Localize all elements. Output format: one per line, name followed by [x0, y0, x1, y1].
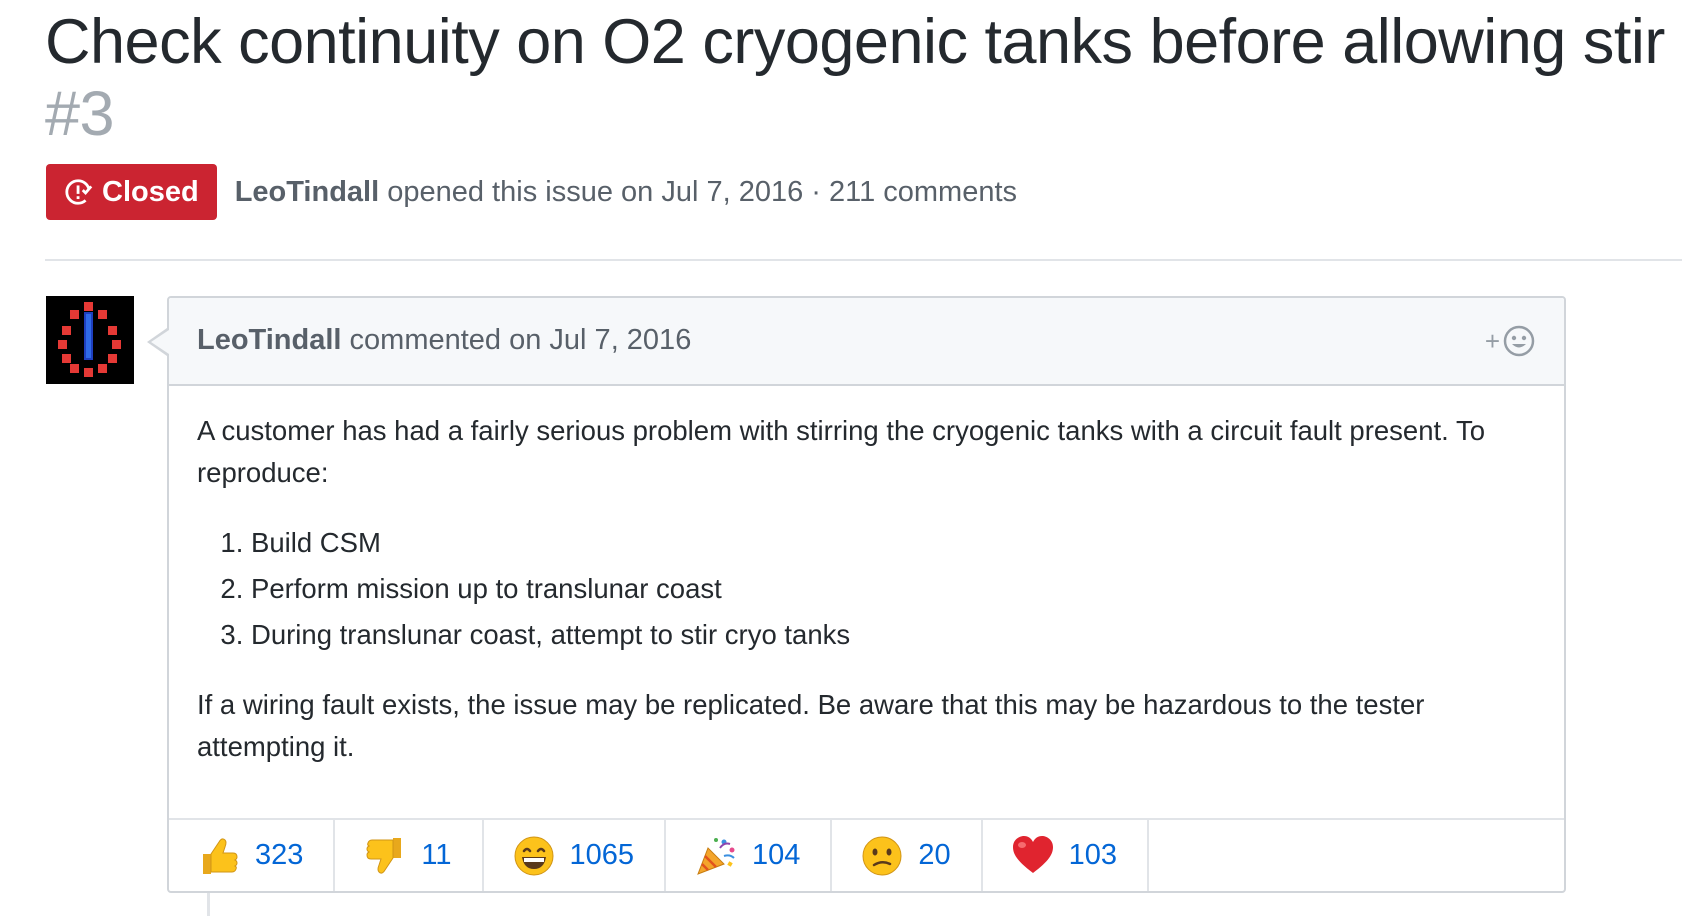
- steps-list: Build CSM Perform mission up to translun…: [197, 520, 1542, 658]
- reaction-count: 20: [918, 839, 951, 871]
- reaction-count: 104: [752, 839, 801, 871]
- comment-body: A customer has had a fairly serious prob…: [197, 410, 1542, 794]
- hooray-icon: [697, 837, 735, 875]
- comment-header-text: LeoTindall commented on Jul 7, 2016: [197, 324, 691, 357]
- reaction-count: 1065: [569, 839, 635, 871]
- issue-title-text: Check continuity on O2 cryogenic tanks b…: [45, 7, 1665, 77]
- thumbs-up-icon: [203, 837, 238, 874]
- reactions-bar: 323 11 1065 104 20 103: [169, 818, 1564, 891]
- issue-author-link[interactable]: LeoTindall: [235, 176, 379, 208]
- comment-paragraph: A customer has had a fairly serious prob…: [197, 415, 1485, 488]
- issue-number: #3: [45, 79, 115, 149]
- list-item: During translunar coast, attempt to stir…: [251, 612, 1542, 658]
- issue-meta-text: LeoTindall opened this issue on Jul 7, 2…: [235, 176, 1017, 209]
- comment-paragraph: If a wiring fault exists, the issue may …: [197, 689, 1425, 762]
- add-reaction-plus: +: [1484, 325, 1500, 356]
- thumbs-down-icon: [366, 837, 402, 874]
- add-reaction-button[interactable]: +: [1485, 324, 1536, 358]
- reaction-confused[interactable]: 20: [832, 820, 983, 891]
- heart-icon: [1012, 835, 1053, 873]
- laugh-icon: [514, 836, 553, 875]
- comment-header: LeoTindall commented on Jul 7, 2016 +: [169, 298, 1564, 386]
- smiley-icon: [1503, 325, 1535, 357]
- issue-page: Check continuity on O2 cryogenic tanks b…: [0, 0, 1682, 916]
- list-item: Build CSM: [251, 520, 1542, 566]
- reaction-hooray[interactable]: 104: [666, 820, 833, 891]
- reaction-thumbs-down[interactable]: 11: [335, 820, 484, 891]
- status-label: Closed: [102, 175, 199, 208]
- comment-action: commented on Jul 7, 2016: [349, 324, 692, 356]
- reaction-count: 103: [1068, 839, 1118, 871]
- timeline-line: [207, 893, 210, 916]
- comment-author-link[interactable]: LeoTindall: [197, 324, 341, 356]
- comment-pointer-fill: [151, 330, 169, 354]
- avatar[interactable]: [46, 296, 134, 384]
- issue-meta: Closed LeoTindall opened this issue on J…: [46, 164, 1017, 220]
- reaction-count: 11: [421, 839, 452, 871]
- header-divider: [45, 259, 1682, 261]
- issue-opened-text: opened this issue on Jul 7, 2016 · 211 c…: [387, 175, 1018, 208]
- issue-closed-icon: [65, 179, 93, 205]
- reaction-thumbs-up[interactable]: 323: [169, 820, 336, 891]
- issue-title: Check continuity on O2 cryogenic tanks b…: [45, 6, 1665, 150]
- reaction-count: 323: [255, 839, 304, 871]
- reaction-laugh[interactable]: 1065: [484, 820, 667, 891]
- reaction-heart[interactable]: 103: [983, 820, 1150, 891]
- status-badge: Closed: [46, 164, 217, 220]
- avatar-image: [46, 296, 134, 384]
- comment-box: LeoTindall commented on Jul 7, 2016 + A …: [147, 296, 1566, 893]
- confused-icon: [862, 836, 902, 875]
- list-item: Perform mission up to translunar coast: [251, 566, 1542, 612]
